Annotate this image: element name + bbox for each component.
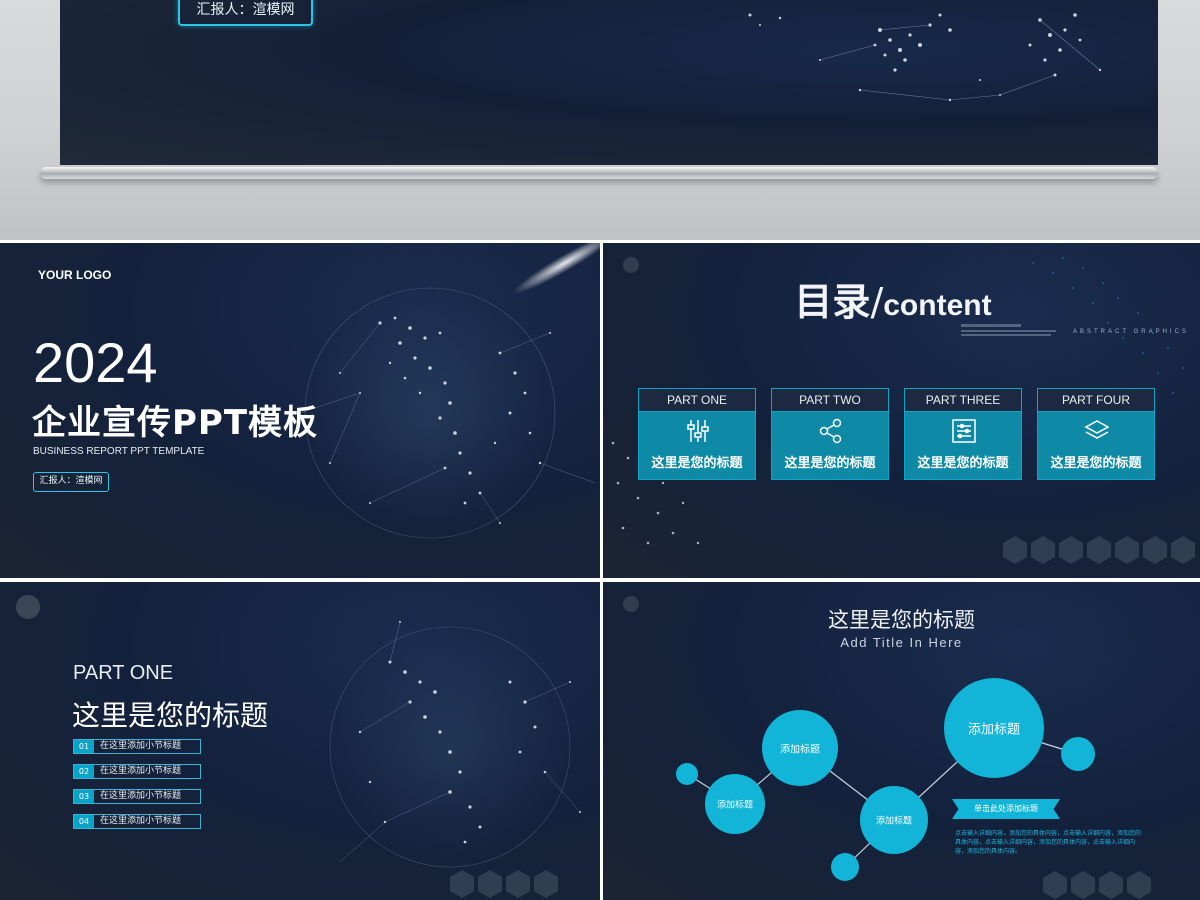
contents-title-en: content <box>883 289 992 322</box>
dot-circle <box>1061 737 1095 771</box>
contents-card-1[interactable]: PART ONE 这里是您的标题 <box>638 388 756 480</box>
globe-graphic <box>300 243 600 539</box>
section-title: 这里是您的标题 <box>72 699 269 732</box>
circle-label: 添加标题 <box>780 744 820 756</box>
slide-cover[interactable]: YOUR LOGO 2024 企业宣传PPT模板 BUSINESS REPORT… <box>0 243 600 578</box>
reporter-badge: 汇报人：渲模网 <box>33 472 109 492</box>
logo: YOUR LOGO <box>38 268 112 282</box>
slide-contents[interactable]: 目录/content ABSTRACT GRAPHICS PART ONE 这里… <box>603 243 1200 578</box>
diagram-subtitle: Add Title In Here <box>840 635 963 650</box>
card-label: 这里是您的标题 <box>784 456 876 471</box>
circle-node[interactable]: 添加标题 <box>762 710 838 786</box>
card-label: 这里是您的标题 <box>651 456 743 471</box>
item-text: 在这里添加小节标题 <box>100 766 182 776</box>
item-number: 04 <box>74 815 94 828</box>
dot-circle <box>831 853 859 881</box>
card-body: 这里是您的标题 <box>904 412 1022 480</box>
cover-year: 2024 <box>33 331 158 394</box>
preview-screen: 汇报人：渲模网 <box>60 0 1158 165</box>
card-body: 这里是您的标题 <box>771 412 889 480</box>
cover-subtitle: BUSINESS REPORT PPT TEMPLATE <box>33 446 205 457</box>
section-item-2[interactable]: 02 在这里添加小节标题 <box>73 764 201 779</box>
section-item-3[interactable]: 03 在这里添加小节标题 <box>73 789 201 804</box>
deco-text: ABSTRACT GRAPHICS <box>1073 329 1189 335</box>
contents-card-4[interactable]: PART FOUR 这里是您的标题 <box>1037 388 1155 480</box>
part-label: PART ONE <box>73 662 174 684</box>
circle-node[interactable]: 添加标题 <box>860 786 928 854</box>
dot-circle <box>676 763 698 785</box>
deco-text-block <box>961 323 1061 337</box>
diagram-title: 这里是您的标题 <box>828 608 975 632</box>
globe-graphic <box>748 13 1102 102</box>
contents-title-sep: / <box>870 280 884 324</box>
contents-title-cn: 目录 <box>794 280 871 324</box>
presentation-preview: 汇报人：渲模网 <box>0 0 1200 240</box>
item-text: 在这里添加小节标题 <box>100 816 182 826</box>
card-body: 这里是您的标题 <box>638 412 756 480</box>
contents-card-3[interactable]: PART THREE 这里是您的标题 <box>904 388 1022 480</box>
cover-title: 企业宣传PPT模板 <box>32 403 319 443</box>
contents-title: 目录/content <box>763 271 1023 326</box>
item-number: 01 <box>74 740 94 753</box>
item-number: 02 <box>74 765 94 778</box>
circle-label: 添加标题 <box>967 722 1020 738</box>
circle-node[interactable]: 添加标题 <box>944 678 1044 778</box>
section-item-1[interactable]: 01 在这里添加小节标题 <box>73 739 201 754</box>
circle-label: 添加标题 <box>875 816 912 827</box>
globe-graphic <box>329 621 581 898</box>
item-text: 在这里添加小节标题 <box>100 741 182 751</box>
card-label: 这里是您的标题 <box>1050 456 1142 471</box>
card-head: PART ONE <box>638 388 756 412</box>
item-text: 在这里添加小节标题 <box>100 791 182 801</box>
globe-logo-icon <box>16 595 40 619</box>
slide-section[interactable]: PART ONE 这里是您的标题 01 在这里添加小节标题 02 在这里添加小节… <box>0 582 600 900</box>
card-body: 这里是您的标题 <box>1037 412 1155 480</box>
diagram-body-text: 点击输入详细内容，添加您的具体内容，点击输入详细内容，添加您的具体内容，点击输入… <box>955 830 1142 855</box>
section-item-4[interactable]: 04 在这里添加小节标题 <box>73 814 201 829</box>
circle-node[interactable]: 添加标题 <box>705 774 765 834</box>
list-icon <box>952 419 976 443</box>
share-icon <box>819 418 842 444</box>
item-number: 03 <box>74 790 94 803</box>
card-head: PART TWO <box>771 388 889 412</box>
projector-bar <box>40 167 1158 179</box>
slide-diagram[interactable]: 这里是您的标题 Add Title In Here 添加标题 添加标题 添加标题… <box>603 582 1200 900</box>
sliders-icon <box>687 420 709 442</box>
card-label: 这里是您的标题 <box>917 456 1009 471</box>
ribbon-label: 单击此处添加标题 <box>952 799 1060 819</box>
contents-card-2[interactable]: PART TWO 这里是您的标题 <box>771 388 889 480</box>
reporter-badge: 汇报人：渲模网 <box>178 0 313 26</box>
card-head: PART THREE <box>904 388 1022 412</box>
card-head: PART FOUR <box>1037 388 1155 412</box>
layers-icon <box>1084 420 1110 439</box>
circle-label: 添加标题 <box>716 800 753 811</box>
